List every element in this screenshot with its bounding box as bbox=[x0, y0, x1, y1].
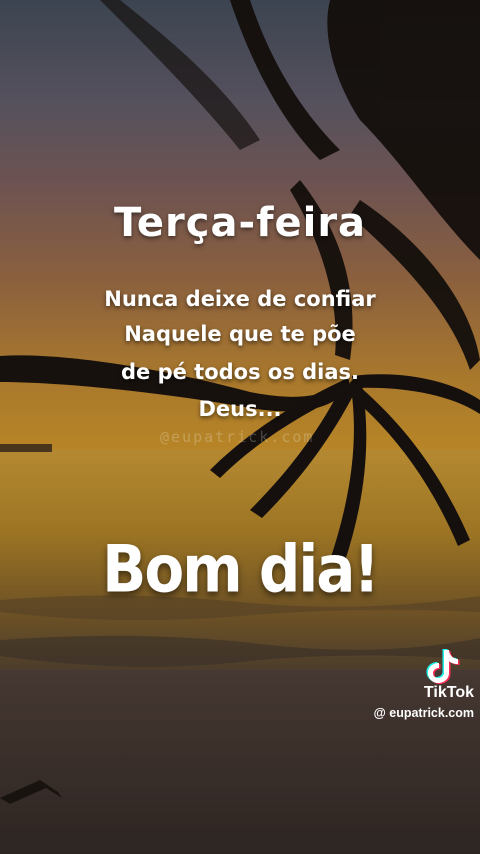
message-line: de pé todos os dias. bbox=[120, 360, 360, 384]
tiktok-brand-label: TikTok bbox=[423, 684, 474, 701]
message-line: Deus... bbox=[198, 397, 282, 421]
faint-watermark: @eupatrick.com bbox=[160, 428, 315, 446]
video-frame: Terça-feira Nunca deixe de confiar Naque… bbox=[0, 0, 480, 854]
text-backdrop-dim bbox=[0, 0, 480, 854]
greeting-text: Bom dia! bbox=[102, 530, 380, 608]
weekday-title: Terça-feira bbox=[113, 200, 367, 246]
message-line: Nunca deixe de confiar bbox=[104, 287, 376, 311]
tiktok-logo-icon bbox=[426, 649, 460, 684]
tiktok-username: @ eupatrick.com bbox=[373, 706, 474, 720]
message-line: Naquele que te põe bbox=[124, 322, 356, 346]
